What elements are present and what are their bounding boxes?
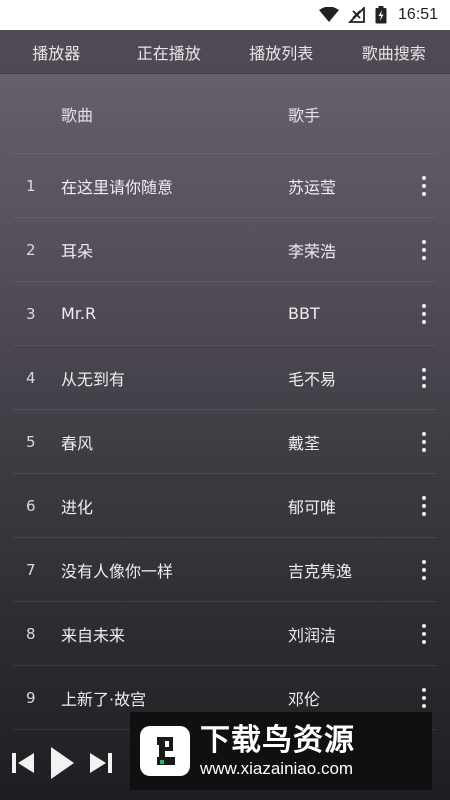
song-row[interactable]: 8 来自未来 刘润洁 [13, 602, 437, 666]
song-number: 3 [26, 304, 36, 323]
more-vertical-icon[interactable] [422, 175, 426, 196]
song-list: 1 在这里请你随意 苏运莹 2 耳朵 李荣浩 3 Mr.R BBT 4 从无到有… [0, 154, 450, 730]
song-row[interactable]: 2 耳朵 李荣浩 [13, 218, 437, 282]
song-list-header: 歌曲 歌手 [13, 74, 437, 154]
watermark-url: www.xiazainiao.com [200, 759, 354, 778]
song-title: 春风 [61, 433, 94, 453]
song-number: 2 [26, 240, 36, 259]
song-number: 8 [26, 624, 36, 643]
song-artist: 邓伦 [288, 689, 321, 709]
more-vertical-icon[interactable] [422, 303, 426, 324]
song-artist: 郁可唯 [288, 497, 337, 517]
song-title: 耳朵 [61, 241, 94, 261]
more-vertical-icon[interactable] [422, 239, 426, 260]
more-vertical-icon[interactable] [422, 367, 426, 388]
status-time: 16:51 [397, 6, 438, 23]
more-vertical-icon[interactable] [422, 431, 426, 452]
song-number: 5 [26, 432, 36, 451]
song-artist: BBT [288, 304, 320, 323]
signal-icon [347, 7, 365, 23]
header-artist: 歌手 [288, 105, 321, 125]
song-title: 上新了·故宫 [61, 689, 147, 709]
bird-logo-icon [140, 726, 190, 776]
song-number: 1 [26, 176, 36, 195]
song-row[interactable]: 6 进化 郁可唯 [13, 474, 437, 538]
more-vertical-icon[interactable] [422, 623, 426, 644]
more-vertical-icon[interactable] [422, 559, 426, 580]
song-artist: 戴荃 [288, 433, 321, 453]
top-tab-bar: 播放器 正在播放 播放列表 歌曲搜索 [0, 30, 450, 74]
song-artist: 刘润洁 [288, 625, 337, 645]
song-artist: 吉克隽逸 [288, 561, 353, 581]
tab-song-search[interactable]: 歌曲搜索 [338, 40, 450, 64]
play-icon[interactable] [48, 745, 76, 781]
song-row[interactable]: 3 Mr.R BBT [13, 282, 437, 346]
song-title: 没有人像你一样 [61, 561, 174, 581]
song-title: 来自未来 [61, 625, 126, 645]
song-number: 6 [26, 496, 36, 515]
song-artist: 毛不易 [288, 369, 337, 389]
song-row[interactable]: 7 没有人像你一样 吉克隽逸 [13, 538, 437, 602]
tab-player[interactable]: 播放器 [0, 40, 113, 64]
song-number: 9 [26, 688, 36, 707]
tab-now-playing[interactable]: 正在播放 [113, 40, 226, 64]
song-artist: 苏运莹 [288, 177, 337, 197]
song-row[interactable]: 5 春风 戴荃 [13, 410, 437, 474]
watermark-banner: 下载鸟资源 www.xiazainiao.com [130, 712, 432, 790]
skip-next-icon[interactable] [88, 750, 114, 776]
song-row[interactable]: 1 在这里请你随意 苏运莹 [13, 154, 437, 218]
more-vertical-icon[interactable] [422, 495, 426, 516]
song-title: 在这里请你随意 [61, 177, 174, 197]
song-number: 7 [26, 560, 36, 579]
battery-icon [375, 6, 387, 24]
wifi-icon [318, 7, 339, 22]
song-title: 从无到有 [61, 369, 126, 389]
skip-previous-icon[interactable] [10, 750, 36, 776]
status-bar: 16:51 [0, 0, 450, 30]
header-song: 歌曲 [61, 105, 94, 125]
song-title: 进化 [61, 497, 94, 517]
song-artist: 李荣浩 [288, 241, 337, 261]
song-title: Mr.R [61, 304, 97, 323]
more-vertical-icon[interactable] [422, 687, 426, 708]
song-row[interactable]: 4 从无到有 毛不易 [13, 346, 437, 410]
watermark-title: 下载鸟资源 [200, 723, 355, 758]
song-number: 4 [26, 368, 36, 387]
tab-playlist[interactable]: 播放列表 [225, 40, 338, 64]
